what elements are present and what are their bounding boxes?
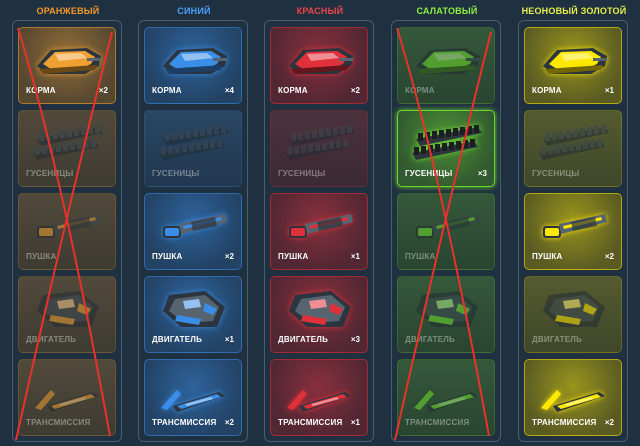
part-card-engine[interactable]: ДВИГАТЕЛЬ ×1	[144, 276, 242, 353]
part-card-transmission[interactable]: ТРАНСМИССИЯ	[397, 359, 495, 436]
part-label: ДВИГАТЕЛЬ	[405, 335, 456, 344]
part-count: ×1	[604, 86, 614, 95]
part-label: ДВИГАТЕЛЬ	[152, 335, 203, 344]
part-count: ×2	[604, 418, 614, 427]
part-count: ×2	[604, 252, 614, 261]
part-count: ×2	[224, 418, 234, 427]
cannon-icon	[155, 202, 233, 248]
part-label: ПУШКА	[278, 252, 309, 261]
part-card-hull[interactable]: КОРМА ×1	[524, 27, 622, 104]
cannon-icon	[408, 202, 486, 248]
column-title: ОРАНЖЕВЫЙ	[36, 6, 100, 16]
part-card-tracks[interactable]: ГУСЕНИЦЫ	[524, 110, 622, 187]
column-orange: ОРАНЖЕВЫЙ КОРМА ×2 ГУСЕНИЦЫ ПУШКА ДВИГАТ…	[12, 0, 124, 446]
engine-icon	[29, 285, 107, 331]
part-card-cannon[interactable]: ПУШКА	[18, 193, 116, 270]
part-card-tracks[interactable]: ГУСЕНИЦЫ	[270, 110, 368, 187]
transmission-icon	[408, 368, 486, 414]
part-label: ДВИГАТЕЛЬ	[278, 335, 329, 344]
engine-icon	[408, 285, 486, 331]
part-label: ТРАНСМИССИЯ	[405, 418, 470, 427]
hull-icon	[155, 36, 233, 82]
part-label: ДВИГАТЕЛЬ	[26, 335, 77, 344]
part-label: ТРАНСМИССИЯ	[152, 418, 217, 427]
part-card-engine[interactable]: ДВИГАТЕЛЬ	[524, 276, 622, 353]
part-card-transmission[interactable]: ТРАНСМИССИЯ ×2	[144, 359, 242, 436]
part-label: ГУСЕНИЦЫ	[532, 169, 580, 178]
transmission-icon	[29, 368, 107, 414]
engine-icon	[535, 285, 613, 331]
hull-icon	[535, 36, 613, 82]
part-count: ×3	[350, 335, 360, 344]
part-count: ×1	[350, 418, 360, 427]
part-label: ТРАНСМИССИЯ	[278, 418, 343, 427]
part-card-transmission[interactable]: ТРАНСМИССИЯ ×1	[270, 359, 368, 436]
part-count: ×2	[224, 252, 234, 261]
cannon-icon	[29, 202, 107, 248]
part-card-hull[interactable]: КОРМА ×4	[144, 27, 242, 104]
column-red: КРАСНЫЙ КОРМА ×2 ГУСЕНИЦЫ ПУШКА ×1 ДВИГА…	[264, 0, 376, 446]
column-title: КРАСНЫЙ	[296, 6, 344, 16]
engine-icon	[281, 285, 359, 331]
part-label: КОРМА	[26, 86, 56, 95]
cannon-icon	[281, 202, 359, 248]
transmission-icon	[155, 368, 233, 414]
hull-icon	[29, 36, 107, 82]
part-card-cannon[interactable]: ПУШКА	[397, 193, 495, 270]
part-count: ×4	[224, 86, 234, 95]
part-card-engine[interactable]: ДВИГАТЕЛЬ	[18, 276, 116, 353]
hull-icon	[281, 36, 359, 82]
tracks-icon	[155, 119, 233, 165]
part-label: ДВИГАТЕЛЬ	[532, 335, 583, 344]
part-card-cannon[interactable]: ПУШКА ×1	[270, 193, 368, 270]
column-neon-gold: НЕОНОВЫЙ ЗОЛОТОЙ КОРМА ×1 ГУСЕНИЦЫ ПУШКА ×…	[518, 0, 630, 446]
part-label: ПУШКА	[532, 252, 563, 261]
part-label: ПУШКА	[405, 252, 436, 261]
part-card-cannon[interactable]: ПУШКА ×2	[144, 193, 242, 270]
part-label: ГУСЕНИЦЫ	[278, 169, 326, 178]
engine-icon	[155, 285, 233, 331]
part-count: ×3	[477, 169, 487, 178]
part-card-cannon[interactable]: ПУШКА ×2	[524, 193, 622, 270]
part-count: ×1	[224, 335, 234, 344]
part-card-tracks[interactable]: ГУСЕНИЦЫ	[18, 110, 116, 187]
tracks-icon	[408, 119, 486, 165]
column-title: СИНИЙ	[177, 6, 211, 16]
part-card-engine[interactable]: ДВИГАТЕЛЬ ×3	[270, 276, 368, 353]
part-card-hull[interactable]: КОРМА ×2	[18, 27, 116, 104]
part-label: ГУСЕНИЦЫ	[26, 169, 74, 178]
hull-icon	[408, 36, 486, 82]
column-title: САЛАТОВЫЙ	[416, 6, 478, 16]
part-card-transmission[interactable]: ТРАНСМИССИЯ	[18, 359, 116, 436]
part-count: ×2	[350, 86, 360, 95]
part-label: ТРАНСМИССИЯ	[26, 418, 91, 427]
part-label: ПУШКА	[26, 252, 57, 261]
part-label: КОРМА	[152, 86, 182, 95]
transmission-icon	[281, 368, 359, 414]
part-card-hull[interactable]: КОРМА ×2	[270, 27, 368, 104]
transmission-icon	[535, 368, 613, 414]
column-title: НЕОНОВЫЙ ЗОЛОТОЙ	[521, 6, 627, 16]
part-card-engine[interactable]: ДВИГАТЕЛЬ	[397, 276, 495, 353]
tracks-icon	[535, 119, 613, 165]
part-label: ГУСЕНИЦЫ	[152, 169, 200, 178]
part-card-hull[interactable]: КОРМА	[397, 27, 495, 104]
column-blue: СИНИЙ КОРМА ×4 ГУСЕНИЦЫ ПУШКА ×2 ДВИГАТЕ…	[138, 0, 250, 446]
part-label: ТРАНСМИССИЯ	[532, 418, 597, 427]
part-count: ×2	[98, 86, 108, 95]
part-label: КОРМА	[278, 86, 308, 95]
part-label: ПУШКА	[152, 252, 183, 261]
part-card-tracks[interactable]: ГУСЕНИЦЫ ×3	[397, 110, 495, 187]
cannon-icon	[535, 202, 613, 248]
part-label: КОРМА	[532, 86, 562, 95]
part-card-transmission[interactable]: ТРАНСМИССИЯ ×2	[524, 359, 622, 436]
part-card-tracks[interactable]: ГУСЕНИЦЫ	[144, 110, 242, 187]
part-label: ГУСЕНИЦЫ	[405, 169, 453, 178]
tracks-icon	[29, 119, 107, 165]
part-label: КОРМА	[405, 86, 435, 95]
tracks-icon	[281, 119, 359, 165]
column-lime: САЛАТОВЫЙ КОРМА ГУСЕНИЦЫ ×3 ПУШКА ДВИГАТ…	[391, 0, 503, 446]
part-count: ×1	[350, 252, 360, 261]
